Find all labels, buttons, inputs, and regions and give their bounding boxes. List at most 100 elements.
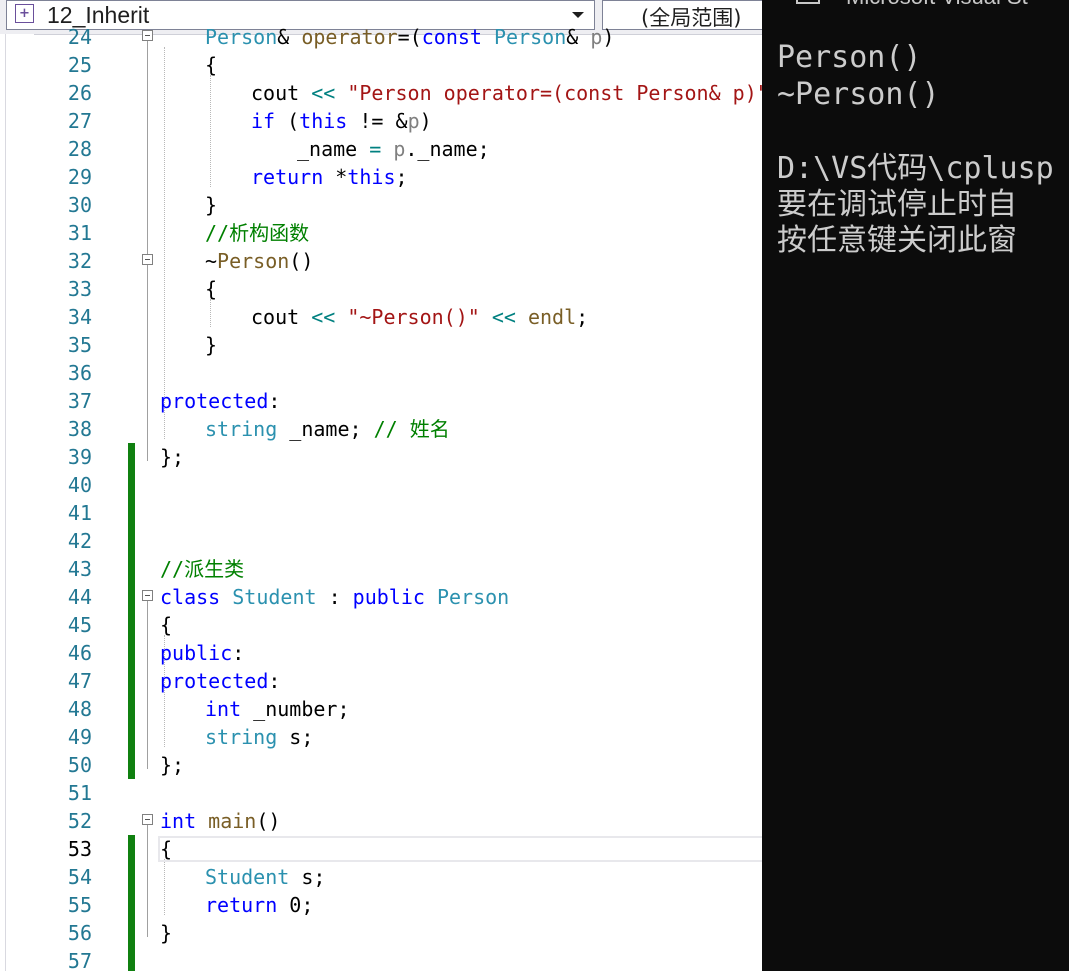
code-token: const bbox=[421, 25, 495, 49]
code-token: return bbox=[205, 893, 290, 917]
code-line[interactable]: 34 cout << "~Person()" << endl; bbox=[0, 303, 762, 331]
line-number: 34 bbox=[67, 305, 92, 329]
code-text: protected: bbox=[160, 667, 280, 695]
line-number: 44 bbox=[67, 585, 92, 609]
code-text: { bbox=[205, 51, 217, 79]
code-text: { bbox=[160, 835, 172, 863]
code-token: << bbox=[311, 305, 348, 329]
code-line[interactable]: 45 { bbox=[0, 611, 762, 639]
code-line[interactable]: 24 Person& operator=(const Person& p) bbox=[0, 23, 762, 51]
code-token: string bbox=[205, 725, 290, 749]
code-line[interactable]: 25 { bbox=[0, 51, 762, 79]
code-text: cout << "~Person()" << endl; bbox=[251, 303, 588, 331]
line-number: 36 bbox=[67, 361, 92, 385]
code-text: return 0; bbox=[205, 891, 313, 919]
code-line[interactable]: 49 string s; bbox=[0, 723, 762, 751]
code-token: _name bbox=[297, 137, 370, 161]
console-line: 要在调试停止时自 bbox=[777, 187, 1017, 222]
code-token: if bbox=[251, 109, 288, 133]
code-text: class Student : public Person bbox=[160, 583, 509, 611]
code-token: & bbox=[277, 25, 302, 49]
console-line: D:\VS代码\cplusp bbox=[777, 151, 1054, 186]
code-line[interactable]: 41 bbox=[0, 499, 762, 527]
code-text: } bbox=[205, 331, 217, 359]
code-token: ~ bbox=[205, 249, 218, 273]
code-line[interactable]: 52 int main() bbox=[0, 807, 762, 835]
code-text: if (this != &p) bbox=[251, 107, 432, 135]
collapse-icon[interactable] bbox=[142, 254, 153, 265]
code-line[interactable]: 47 protected: bbox=[0, 667, 762, 695]
code-token: { bbox=[205, 277, 218, 301]
code-token: "Person operator=(const Person& p)" bbox=[347, 81, 762, 105]
code-line[interactable]: 54 Student s; bbox=[0, 863, 762, 891]
code-token: & bbox=[566, 25, 591, 49]
code-token: Person bbox=[494, 25, 567, 49]
code-editor[interactable]: + 12_Inherit (全局范围) 24 Person& operator=(… bbox=[0, 0, 762, 971]
code-line[interactable]: 29 return *this; bbox=[0, 163, 762, 191]
code-line[interactable]: 55 return 0; bbox=[0, 891, 762, 919]
code-token: string bbox=[205, 417, 290, 441]
code-token: () bbox=[256, 809, 281, 833]
code-token: : bbox=[232, 641, 245, 665]
line-number: 25 bbox=[67, 53, 92, 77]
code-text: _name = p._name; bbox=[297, 135, 490, 163]
code-text: Person& operator=(const Person& p) bbox=[205, 23, 614, 51]
code-token: }; bbox=[160, 445, 185, 469]
code-line[interactable]: 57 bbox=[0, 947, 762, 971]
code-line[interactable]: 26 cout << "Person operator=(const Person… bbox=[0, 79, 762, 107]
code-line[interactable]: 40 bbox=[0, 471, 762, 499]
line-number: 47 bbox=[67, 669, 92, 693]
code-token: Student bbox=[205, 865, 302, 889]
code-line[interactable]: 50}; bbox=[0, 751, 762, 779]
line-number: 50 bbox=[67, 753, 92, 777]
line-number: 54 bbox=[67, 865, 92, 889]
code-text: } bbox=[160, 919, 172, 947]
code-line[interactable]: 32 ~Person() bbox=[0, 247, 762, 275]
collapse-icon[interactable] bbox=[142, 590, 153, 601]
line-number: 45 bbox=[67, 613, 92, 637]
code-line[interactable]: 46 public: bbox=[0, 639, 762, 667]
code-line[interactable]: 53 { bbox=[0, 835, 762, 863]
code-line[interactable]: 44 class Student : public Person bbox=[0, 583, 762, 611]
code-token: } bbox=[205, 333, 218, 357]
code-text: //析构函数 bbox=[205, 219, 309, 247]
code-line[interactable]: 42 bbox=[0, 527, 762, 555]
code-token: : bbox=[268, 389, 281, 413]
code-token: Person bbox=[205, 25, 278, 49]
code-token: } bbox=[160, 921, 173, 945]
code-line[interactable]: 33 { bbox=[0, 275, 762, 303]
code-area[interactable]: 24 Person& operator=(const Person& p) 25 {2… bbox=[0, 25, 762, 971]
line-number: 49 bbox=[67, 725, 92, 749]
code-token: * bbox=[335, 165, 348, 189]
code-token: }; bbox=[160, 753, 185, 777]
console-window[interactable]: Microsoft Visual St Person()~Person() D:\… bbox=[762, 0, 1069, 971]
code-token: _name; bbox=[289, 417, 374, 441]
code-token: protected bbox=[160, 389, 269, 413]
code-line[interactable]: 38 string _name; // 姓名 bbox=[0, 415, 762, 443]
code-line[interactable]: 39}; bbox=[0, 443, 762, 471]
code-token: () bbox=[289, 249, 314, 273]
code-line[interactable]: 35} bbox=[0, 331, 762, 359]
code-line[interactable]: 43 //派生类 bbox=[0, 555, 762, 583]
code-line[interactable]: 36 bbox=[0, 359, 762, 387]
code-line[interactable]: 56} bbox=[0, 919, 762, 947]
collapse-icon[interactable] bbox=[142, 30, 153, 41]
line-number: 31 bbox=[67, 221, 92, 245]
code-line[interactable]: 31 //析构函数 bbox=[0, 219, 762, 247]
code-token: ) bbox=[602, 25, 615, 49]
collapse-icon[interactable] bbox=[142, 814, 153, 825]
code-line[interactable]: 37 protected: bbox=[0, 387, 762, 415]
line-number: 38 bbox=[67, 417, 92, 441]
chevron-down-icon[interactable] bbox=[572, 12, 584, 18]
code-token: // 姓名 bbox=[373, 417, 450, 441]
code-line[interactable]: 48 int _number; bbox=[0, 695, 762, 723]
line-number: 33 bbox=[67, 277, 92, 301]
code-token: ) bbox=[419, 109, 432, 133]
code-line[interactable]: 28 _name = p._name; bbox=[0, 135, 762, 163]
line-number: 48 bbox=[67, 697, 92, 721]
line-number: 55 bbox=[67, 893, 92, 917]
code-line[interactable]: 51 bbox=[0, 779, 762, 807]
code-line[interactable]: 27 if (this != &p) bbox=[0, 107, 762, 135]
code-line[interactable]: 30} bbox=[0, 191, 762, 219]
code-token: cout bbox=[251, 81, 312, 105]
